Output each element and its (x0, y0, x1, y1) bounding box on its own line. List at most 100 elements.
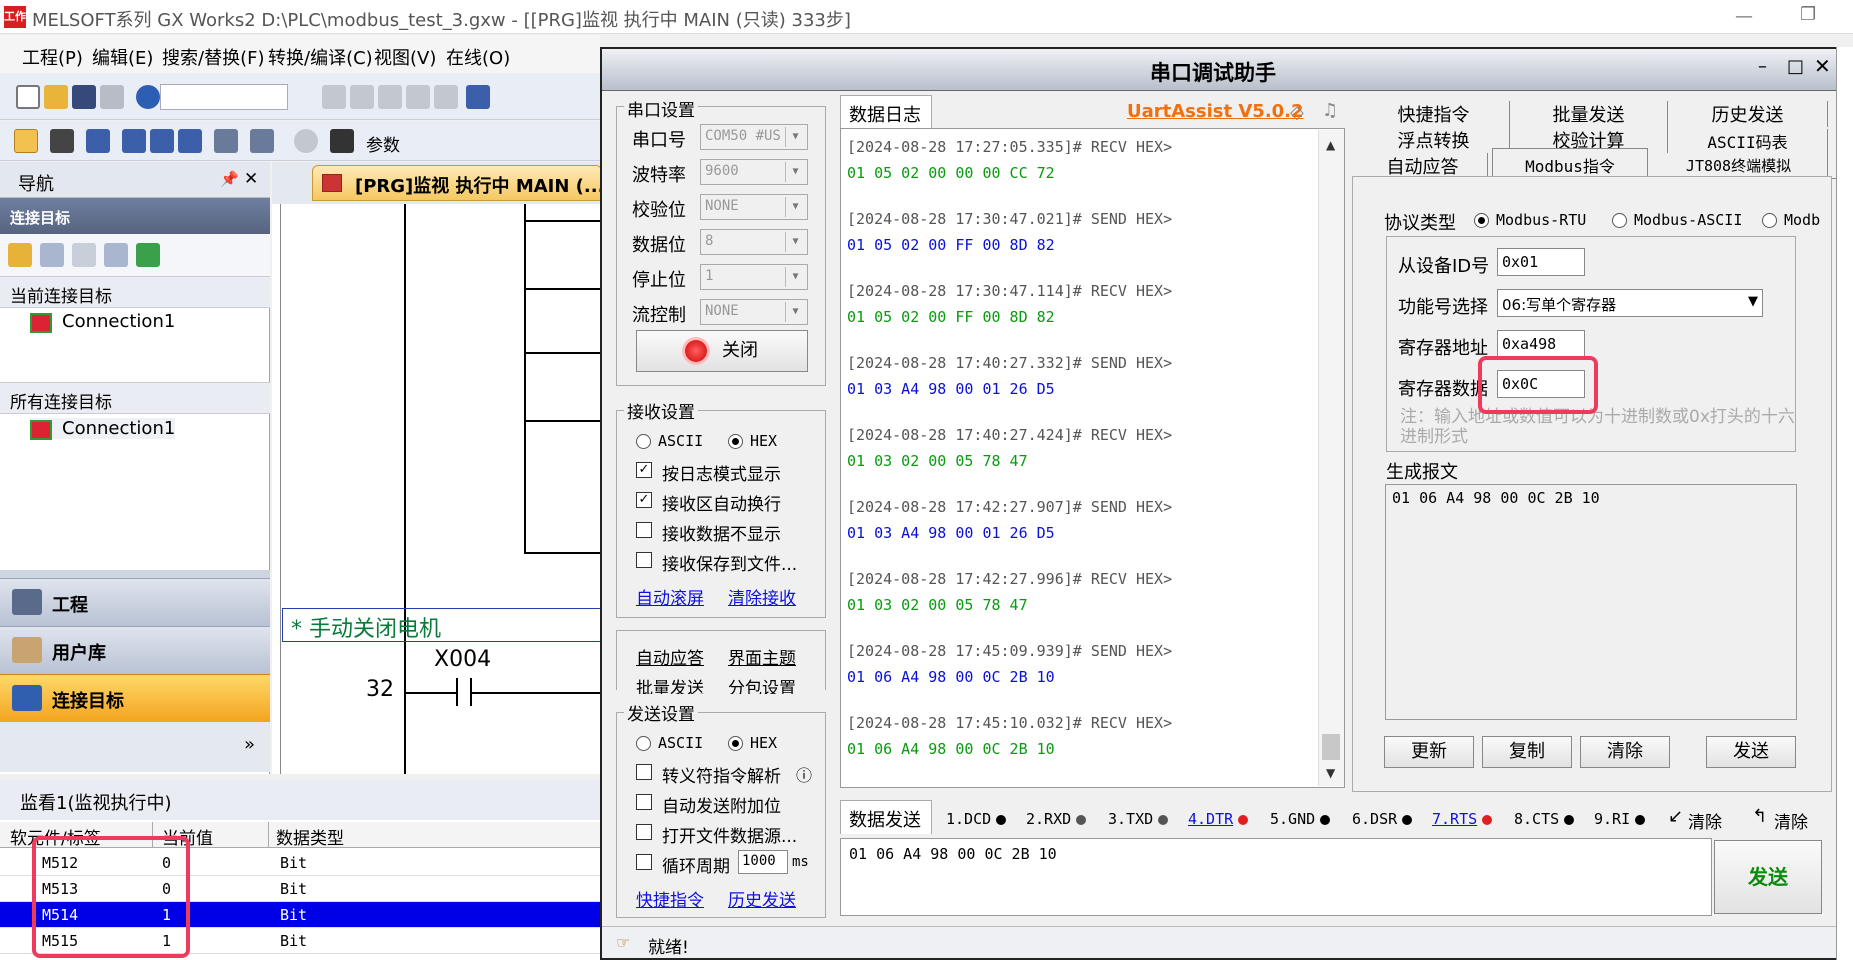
navigation-close-icon[interactable]: ✕ (244, 169, 258, 189)
help-icon[interactable] (136, 85, 160, 109)
print-icon[interactable] (100, 85, 124, 109)
baud-select[interactable]: 9600 ▼ (700, 159, 808, 185)
binoculars-icon[interactable] (330, 129, 354, 153)
clear-send-link[interactable]: 清除 (1688, 808, 1722, 833)
info-icon[interactable]: ⓘ (796, 762, 812, 786)
theme-link[interactable]: 界面主题 (728, 644, 796, 669)
protocol-rtu-radio[interactable]: Modbus-RTU (1474, 211, 1586, 229)
dialog-maximize-button[interactable]: □ (1787, 56, 1804, 77)
properties-icon[interactable] (104, 243, 128, 267)
clear-button[interactable]: 清除 (1580, 736, 1670, 768)
auto-reply-link[interactable]: 自动应答 (636, 644, 704, 669)
protocol-ascii-radio[interactable]: Modbus-ASCII (1612, 211, 1742, 229)
port-close-button[interactable]: 关闭 (636, 330, 808, 372)
version-link[interactable]: UartAssist V5.0.2 (1127, 101, 1304, 122)
maximize-button[interactable]: ❐ (1800, 4, 1816, 25)
nav-connection-target-button[interactable]: 连接目标 (0, 674, 270, 722)
ladder-editor[interactable] (272, 162, 602, 774)
protocol-more-radio[interactable]: Modb (1762, 211, 1830, 229)
pin-indicator[interactable]: 7.RTS (1432, 810, 1493, 828)
diamond-icon[interactable]: ◇ (1290, 102, 1304, 123)
add-target-icon[interactable] (8, 243, 32, 267)
menu-search-replace[interactable]: 搜索/替换(F) (162, 44, 264, 70)
menu-convert-compile[interactable]: 转换/编译(C) (268, 44, 373, 70)
tab-history-send[interactable]: 历史发送 (1668, 101, 1828, 127)
send-ascii-radio[interactable]: ASCII (636, 734, 703, 752)
scroll-down-icon[interactable]: ▼ (1326, 766, 1335, 780)
flow-select[interactable]: NONE ▼ (700, 299, 808, 325)
list-icon[interactable] (86, 129, 110, 153)
cycle-input[interactable]: 1000 (738, 850, 788, 874)
refresh-icon[interactable] (136, 243, 160, 267)
undo-icon[interactable] (406, 85, 430, 109)
nav-project-button[interactable]: 工程 (0, 578, 270, 626)
log-mode-checkbox[interactable]: ✓ 按日志模式显示 (636, 460, 781, 485)
generated-message-box[interactable]: 01 06 A4 98 00 0C 2B 10 (1385, 484, 1797, 720)
auto-wrap-checkbox[interactable]: ✓ 接收区自动换行 (636, 490, 781, 515)
clear-receive-link[interactable]: 清除接收 (728, 584, 796, 609)
bell-icon[interactable]: ♫ (1322, 100, 1338, 121)
splitter-handle[interactable] (0, 570, 270, 578)
toolbar-combo[interactable] (160, 84, 288, 110)
batch-send-link[interactable]: 批量发送 (636, 674, 704, 694)
save-file-checkbox[interactable]: 接收保存到文件... (636, 550, 797, 575)
save-icon[interactable] (72, 85, 96, 109)
navigation-toggle-icon[interactable] (14, 129, 38, 153)
cycle-checkbox[interactable]: 循环周期 (636, 852, 730, 877)
dev-icon-2[interactable] (150, 129, 174, 153)
dialog-minimize-button[interactable]: – (1758, 56, 1767, 77)
expand-icon[interactable]: » (244, 734, 255, 755)
dialog-close-button[interactable]: ✕ (1814, 54, 1831, 78)
open-folder-icon[interactable] (44, 85, 68, 109)
databits-select[interactable]: 8 ▼ (700, 229, 808, 255)
tab-quick-command[interactable]: 快捷指令 (1358, 101, 1510, 127)
menu-edit[interactable]: 编辑(E) (92, 44, 153, 70)
port-select[interactable]: COM50 #US ▼ (700, 124, 808, 150)
dev-icon-1[interactable] (122, 129, 146, 153)
stopbits-select[interactable]: 1 ▼ (700, 264, 808, 290)
rung-comment[interactable]: * 手动关闭电机 (282, 608, 602, 642)
register-address-input[interactable]: 0xa498 (1497, 330, 1585, 358)
recv-ascii-radio[interactable]: ASCII (636, 432, 703, 450)
col-type[interactable]: 数据类型 (276, 824, 344, 849)
append-checkbox[interactable]: 自动发送附加位 (636, 792, 781, 817)
scroll-thumb[interactable] (1322, 734, 1340, 760)
slave-id-input[interactable]: 0x01 (1497, 248, 1585, 276)
no-display-checkbox[interactable]: 接收数据不显示 (636, 520, 781, 545)
log-scrollbar[interactable]: ▲ ▼ (1318, 130, 1344, 786)
device-icon[interactable] (466, 85, 490, 109)
editor-tab-main[interactable]: [PRG]监视 执行中 MAIN (... (312, 165, 602, 201)
menu-view[interactable]: 视图(V) (374, 44, 436, 70)
menu-online[interactable]: 在线(O) (446, 44, 510, 70)
minimize-button[interactable]: — (1735, 6, 1753, 27)
modbus-send-button[interactable]: 发送 (1706, 736, 1796, 768)
send-button[interactable]: 发送 (1714, 840, 1822, 914)
data-log-tab[interactable]: 数据日志 (840, 95, 932, 129)
escape-checkbox[interactable]: 转义符指令解析 (636, 762, 781, 787)
monitor-icon[interactable] (214, 129, 238, 153)
scroll-up-icon[interactable]: ▲ (1326, 138, 1335, 152)
nav-user-library-button[interactable]: 用户库 (0, 626, 270, 674)
update-button[interactable]: 更新 (1384, 736, 1474, 768)
all-connection-item[interactable]: Connection1 (30, 418, 176, 440)
data-send-tab[interactable]: 数据发送 (840, 800, 932, 834)
copy-icon[interactable] (350, 85, 374, 109)
dev-icon-3[interactable] (178, 129, 202, 153)
recv-hex-radio[interactable]: HEX (728, 432, 777, 450)
parameter-label[interactable]: 参数 (366, 131, 400, 156)
clear-recv-link[interactable]: 清除 (1774, 808, 1808, 833)
cut-icon[interactable] (322, 85, 346, 109)
history-send-link[interactable]: 历史发送 (728, 886, 796, 911)
menu-project[interactable]: 工程(P) (22, 44, 83, 70)
copy-target-icon[interactable] (40, 243, 64, 267)
auto-scroll-link[interactable]: 自动滚屏 (636, 584, 704, 609)
tab-ascii-table[interactable]: ASCII码表 (1668, 129, 1828, 155)
pin-indicator[interactable]: 4.DTR (1188, 810, 1249, 828)
tab-float-convert[interactable]: 浮点转换 (1358, 127, 1510, 153)
open-file-checkbox[interactable]: 打开文件数据源... (636, 822, 797, 847)
function-select[interactable]: 06:写单个寄存器 ▼ (1497, 289, 1763, 317)
module-icon[interactable] (50, 129, 74, 153)
current-connection-item[interactable]: Connection1 (30, 311, 175, 333)
quick-command-link[interactable]: 快捷指令 (636, 886, 704, 911)
contact-left-bar[interactable] (456, 678, 458, 706)
